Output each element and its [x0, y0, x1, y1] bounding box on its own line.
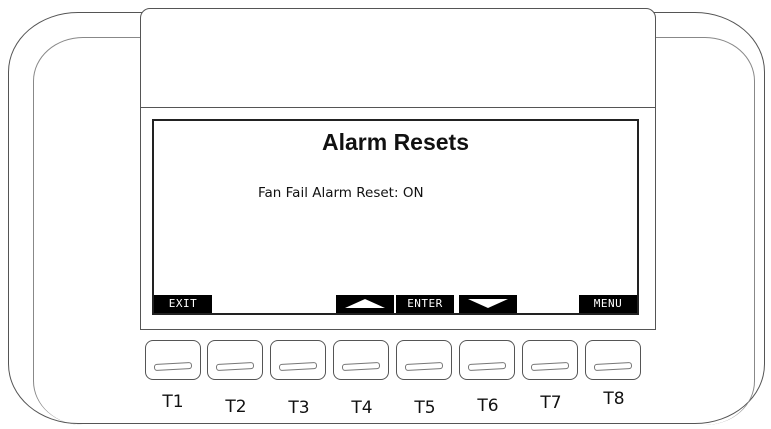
- lcd-screen: Alarm Resets Fan Fail Alarm Reset: ON EX…: [152, 119, 639, 315]
- upper-bezel: [140, 8, 656, 108]
- key-label-t5: T5: [414, 398, 436, 418]
- key-t7-button[interactable]: [522, 340, 578, 380]
- key-t4-button[interactable]: [333, 340, 389, 380]
- key-t6-button[interactable]: [459, 340, 515, 380]
- key-label-t4: T4: [351, 398, 373, 418]
- down-arrow-icon: [468, 299, 508, 308]
- softkey-down: [459, 295, 517, 313]
- screen-title: Alarm Resets: [321, 129, 470, 155]
- fan-fail-alarm-reset-line: Fan Fail Alarm Reset: ON: [258, 185, 424, 201]
- up-arrow-icon: [345, 299, 385, 308]
- key-label-t1: T1: [162, 392, 184, 412]
- key-t2-button[interactable]: [207, 340, 263, 380]
- setting-label: Fan Fail Alarm Reset:: [258, 185, 399, 201]
- softkey-up: [336, 295, 394, 313]
- key-t3-button[interactable]: [270, 340, 326, 380]
- key-label-t8: T8: [603, 389, 625, 409]
- function-keypad: [145, 340, 645, 385]
- softkey-enter: ENTER: [396, 295, 454, 313]
- setting-value: ON: [402, 185, 424, 201]
- key-t5-button[interactable]: [396, 340, 452, 380]
- key-label-t2: T2: [225, 397, 247, 417]
- key-label-t7: T7: [540, 393, 562, 413]
- key-label-t6: T6: [477, 396, 499, 416]
- key-label-t3: T3: [288, 398, 310, 418]
- key-t1-button[interactable]: [145, 340, 201, 380]
- key-t8-button[interactable]: [585, 340, 641, 380]
- controller-device: Alarm Resets Fan Fail Alarm Reset: ON EX…: [0, 0, 771, 429]
- softkey-exit: EXIT: [154, 295, 212, 313]
- softkey-menu: MENU: [579, 295, 637, 313]
